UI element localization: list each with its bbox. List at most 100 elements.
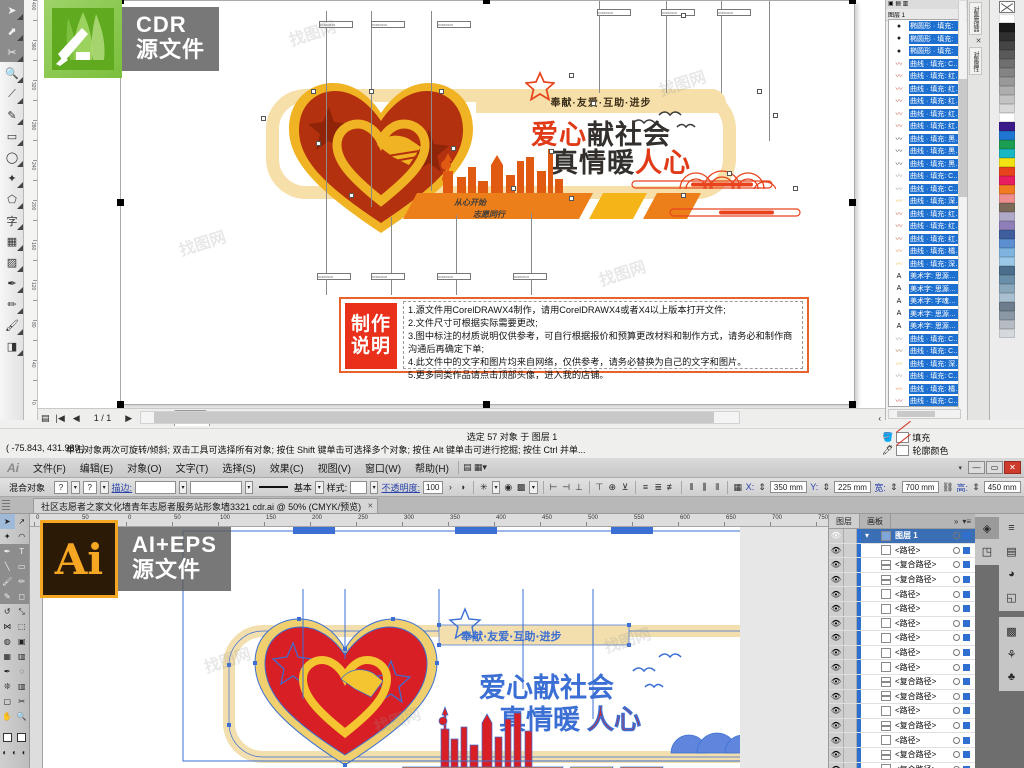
selection-node[interactable]: [793, 186, 798, 191]
outline-none-swatch[interactable]: [896, 445, 910, 456]
selection-square-indicator[interactable]: [963, 605, 970, 613]
color-palette[interactable]: [989, 0, 1024, 420]
dock-group-layers[interactable]: ◈ ◳: [975, 514, 999, 565]
object-manager-list[interactable]: ● 椭圆形 · 填充: ● 椭圆形 · 填充: ● 椭圆形 · 填充: 〰曲线 · 填充: …: [888, 19, 961, 407]
layer-name[interactable]: 图层 1: [895, 530, 953, 541]
line-tool[interactable]: ╲: [0, 559, 15, 574]
color-swatch[interactable]: [999, 41, 1015, 50]
selection-node[interactable]: [549, 149, 554, 154]
freehand-tool[interactable]: ⟋: [0, 84, 24, 105]
color-swatch[interactable]: [999, 239, 1015, 248]
layer-name[interactable]: <路径>: [895, 735, 953, 746]
tab-layers[interactable]: 图层: [829, 514, 860, 528]
object-manager-row[interactable]: A 美术字: 思源…: [889, 270, 960, 283]
visibility-eye-icon[interactable]: 👁: [829, 572, 844, 587]
smart-fill-tool[interactable]: ✎: [0, 105, 24, 126]
object-manager-row[interactable]: 〰曲线 · 填充: 红…: [889, 220, 960, 233]
page-first-button[interactable]: |◀: [54, 413, 67, 424]
selection-handle-ml[interactable]: [117, 199, 124, 206]
object-manager-row[interactable]: 〰曲线 · 填充: C…: [889, 183, 960, 196]
selection-node[interactable]: [773, 113, 778, 118]
sublayer-row[interactable]: 👁 <路径>: [829, 616, 975, 632]
menu-item-7[interactable]: 视图(V): [311, 460, 358, 475]
color-swatch[interactable]: [999, 275, 1015, 284]
sublayer-row[interactable]: 👁 <路径>: [829, 543, 975, 559]
symbols-icon[interactable]: ⚘: [1000, 643, 1024, 665]
target-circle-icon[interactable]: [953, 707, 960, 715]
color-swatch[interactable]: [999, 257, 1015, 266]
reference-point-icon[interactable]: ▦: [733, 481, 743, 494]
selection-node[interactable]: [311, 89, 316, 94]
visibility-eye-icon[interactable]: 👁: [829, 704, 844, 718]
paintbrush-tool[interactable]: 🖌: [0, 574, 15, 589]
tabbar-grip[interactable]: [2, 500, 10, 510]
lock-toggle[interactable]: [844, 747, 857, 762]
menu-item-3[interactable]: 对象(O): [120, 460, 168, 475]
target-circle-icon[interactable]: [953, 678, 960, 686]
align-left-icon[interactable]: ⊢: [548, 481, 558, 494]
scrollbar-thumb[interactable]: [959, 79, 967, 197]
color-swatch[interactable]: [999, 212, 1015, 221]
magic-wand-tool[interactable]: ✦: [0, 529, 15, 544]
color-swatch[interactable]: [999, 329, 1015, 338]
hand-tool[interactable]: ✋: [0, 709, 15, 724]
selection-square-indicator[interactable]: [963, 707, 970, 715]
blend-tool[interactable]: ▨: [0, 252, 24, 273]
lock-toggle[interactable]: [844, 718, 857, 733]
stroke-dropdown-icon[interactable]: ▾: [99, 480, 109, 494]
layer-name[interactable]: <复合路径>: [895, 720, 953, 731]
stroke-weight-field[interactable]: [135, 480, 176, 494]
selection-node[interactable]: [681, 193, 686, 198]
object-manager-row[interactable]: A 美术字: 思源…: [889, 308, 960, 321]
panel-menu-icon[interactable]: ▾≡: [962, 517, 971, 526]
stroke-swatch[interactable]: ?: [82, 480, 97, 494]
sublayer-row[interactable]: 👁 <路径>: [829, 660, 975, 675]
color-swatch[interactable]: [999, 293, 1015, 302]
lock-toggle[interactable]: [844, 558, 857, 572]
style-dropdown-icon[interactable]: ▾: [369, 480, 379, 494]
stroke-label[interactable]: 描边:: [112, 481, 133, 494]
opacity-stepper-icon[interactable]: ›: [446, 481, 456, 494]
opacity-value-field[interactable]: 100: [423, 480, 443, 494]
fill-swatch-tool[interactable]: [0, 730, 15, 745]
lock-toggle[interactable]: [844, 689, 857, 704]
color-swatch[interactable]: [999, 248, 1015, 257]
lock-toggle[interactable]: [844, 616, 857, 631]
color-swatch[interactable]: [999, 122, 1015, 131]
layers-list[interactable]: 👁 ▾ 图层 1 👁 <路径> 👁 <复合路径> 👁 <复合路径> 👁 <路径> 👁 <路径> 👁 <路径>…: [829, 529, 975, 768]
layer-name[interactable]: <路径>: [895, 632, 953, 643]
align-right-icon[interactable]: ⊥: [574, 481, 584, 494]
table-tool[interactable]: ▦: [0, 231, 24, 252]
object-manager-row[interactable]: 〰曲线 · 填充: C…: [889, 170, 960, 183]
color-swatch[interactable]: [999, 68, 1015, 77]
visibility-eye-icon[interactable]: 👁: [829, 587, 844, 601]
eyedropper-tool[interactable]: ✒: [0, 273, 24, 294]
height-value-field[interactable]: 450 mm: [983, 481, 1022, 493]
selection-node[interactable]: [316, 141, 321, 146]
menu-item-4[interactable]: 文字(T): [169, 460, 216, 475]
selection-square-indicator[interactable]: [963, 532, 970, 540]
fill-none-swatch[interactable]: [896, 432, 910, 443]
close-button[interactable]: ✕: [1004, 461, 1021, 474]
lock-toggle[interactable]: [844, 587, 857, 601]
sublayer-row[interactable]: 👁 <复合路径>: [829, 572, 975, 588]
visibility-eye-icon[interactable]: 👁: [829, 543, 844, 558]
direct-selection-tool[interactable]: ↗: [15, 514, 30, 529]
selection-tool[interactable]: ➤: [0, 514, 15, 529]
layer-row[interactable]: 👁 ▾ 图层 1: [829, 529, 975, 544]
width-tool[interactable]: ⋈: [0, 619, 15, 634]
color-swatch[interactable]: [999, 131, 1015, 140]
scale-tool[interactable]: ⤡: [15, 604, 30, 619]
object-manager-hscrollbar[interactable]: [888, 409, 961, 419]
color-swatch[interactable]: [999, 230, 1015, 239]
visibility-eye-icon[interactable]: 👁: [829, 689, 844, 704]
object-manager-vscrollbar[interactable]: [958, 1, 967, 419]
menu-item-5[interactable]: 选择(S): [215, 460, 262, 475]
appearance-icon[interactable]: ◱: [1000, 586, 1024, 608]
lock-toggle[interactable]: [844, 704, 857, 718]
color-swatch[interactable]: [999, 113, 1015, 122]
blend-tool[interactable]: ◌: [15, 664, 30, 679]
lock-toggle[interactable]: [844, 660, 857, 674]
layer-name[interactable]: <路径>: [895, 705, 953, 716]
stroke-icon[interactable]: ≡: [1000, 517, 1024, 539]
